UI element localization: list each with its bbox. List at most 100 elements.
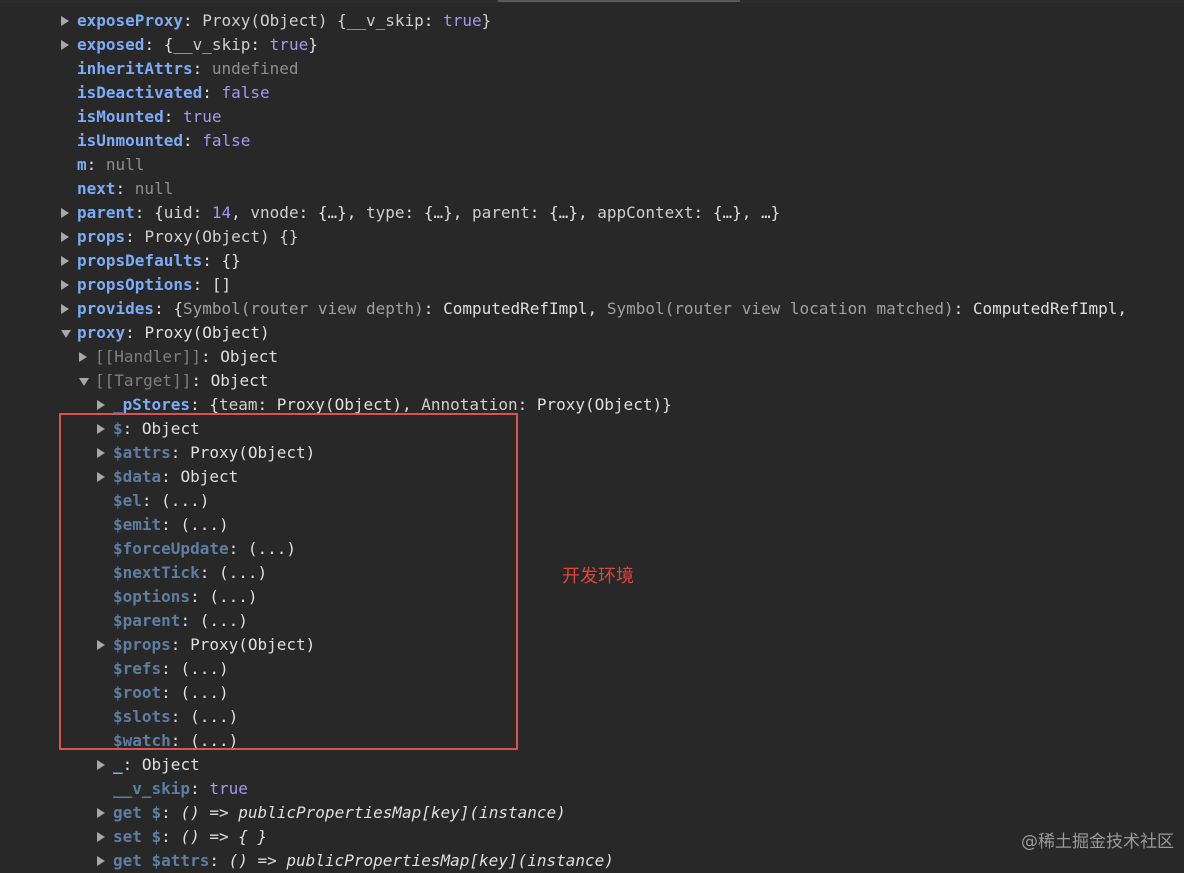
- property-key: $: [113, 419, 123, 438]
- row-get-dollar[interactable]: get $: () => publicPropertiesMap[key](in…: [0, 801, 1184, 825]
- expand-right-triangle-icon[interactable]: [97, 856, 105, 866]
- row-inheritattrs: inheritAttrs: undefined: [0, 57, 1184, 81]
- expand-right-triangle-icon[interactable]: [61, 208, 69, 218]
- row-content: get $attrs: () => publicPropertiesMap[ke…: [113, 849, 614, 873]
- row-content: next: null: [77, 177, 173, 201]
- row-dollar-props[interactable]: $props: Proxy(Object): [0, 633, 1184, 657]
- row-exposeproxy[interactable]: exposeProxy: Proxy(Object) {__v_skip: tr…: [0, 9, 1184, 33]
- row-pstores[interactable]: _pStores: {team: Proxy(Object), Annotati…: [0, 393, 1184, 417]
- row-content: $forceUpdate: (...): [113, 537, 296, 561]
- property-value: : (...): [141, 491, 210, 510]
- row-content: $parent: (...): [113, 609, 248, 633]
- property-value: }: [481, 11, 492, 30]
- row-content: isDeactivated: false: [77, 81, 270, 105]
- row-set-dollar[interactable]: set $: () => { }: [0, 825, 1184, 849]
- property-value: :: [250, 35, 270, 54]
- expand-right-triangle-icon[interactable]: [61, 40, 69, 50]
- row-dollar-parent: $parent: (...): [0, 609, 1184, 633]
- row-slots: $slots: (...): [0, 705, 1184, 729]
- row-content: proxy: Proxy(Object): [77, 321, 270, 345]
- watermark: @稀土掘金技术社区: [1021, 832, 1174, 852]
- property-value: : []: [192, 275, 232, 294]
- top-scrollbar-thumb[interactable]: [498, 0, 740, 2]
- expand-right-triangle-icon[interactable]: [61, 232, 69, 242]
- expand-down-triangle-icon[interactable]: [61, 330, 71, 338]
- top-scrollbar-track[interactable]: [0, 0, 1184, 3]
- expand-right-triangle-icon[interactable]: [61, 16, 69, 26]
- property-value: : {…}, …}: [693, 203, 781, 222]
- property-key: $attrs: [113, 443, 171, 462]
- row-content: props: Proxy(Object) {}: [77, 225, 299, 249]
- property-key: set $: [113, 827, 162, 846]
- row-propsdefaults[interactable]: propsDefaults: {}: [0, 249, 1184, 273]
- property-value: : (...): [161, 659, 229, 678]
- row-content: isUnmounted: false: [77, 129, 250, 153]
- property-value: : {}: [202, 251, 241, 270]
- row-content: parent: {uid: 14, vnode: {…}, type: {…},…: [77, 201, 780, 225]
- row-dollar[interactable]: $: Object: [0, 417, 1184, 441]
- property-value: : (...): [199, 563, 268, 582]
- expand-right-triangle-icon[interactable]: [79, 352, 87, 362]
- row-emit: $emit: (...): [0, 513, 1184, 537]
- property-value: __v_skip: [346, 11, 424, 30]
- row-provides[interactable]: provides: {Symbol(router view depth): Co…: [0, 297, 1184, 321]
- property-value: : {: [190, 395, 219, 414]
- property-value: Proxy(Object) {: [202, 11, 347, 30]
- property-value: :: [423, 11, 444, 30]
- property-value: : {: [154, 299, 183, 318]
- row-exposed[interactable]: exposed: {__v_skip: true}: [0, 33, 1184, 57]
- row-underscore[interactable]: _: Object: [0, 753, 1184, 777]
- property-key: exposeProxy: [77, 11, 183, 30]
- property-value: : Object: [191, 371, 269, 390]
- property-value: __v_skip: [173, 35, 251, 54]
- row-content: inheritAttrs: undefined: [77, 57, 299, 81]
- expand-right-triangle-icon[interactable]: [97, 760, 105, 770]
- property-key: $emit: [113, 515, 162, 534]
- property-value: : (...): [170, 707, 239, 726]
- row-ismounted: isMounted: true: [0, 105, 1184, 129]
- property-key: $slots: [113, 707, 171, 726]
- expand-right-triangle-icon[interactable]: [97, 640, 105, 650]
- property-value: : Object: [122, 419, 200, 438]
- property-value: false: [202, 131, 251, 150]
- row-attrs[interactable]: $attrs: Proxy(Object): [0, 441, 1184, 465]
- expand-right-triangle-icon[interactable]: [61, 256, 69, 266]
- expand-right-triangle-icon[interactable]: [97, 808, 105, 818]
- property-value: appContext: [597, 203, 694, 222]
- property-value: :: [182, 11, 203, 30]
- expand-down-triangle-icon[interactable]: [79, 378, 89, 386]
- row-options: $options: (...): [0, 585, 1184, 609]
- expand-right-triangle-icon[interactable]: [97, 424, 105, 434]
- property-value: : ComputedRefImpl,: [953, 299, 1127, 318]
- property-value: : Object: [161, 467, 239, 486]
- expand-right-triangle-icon[interactable]: [61, 304, 69, 314]
- row-target[interactable]: [[Target]]: Object: [0, 369, 1184, 393]
- row-content: $el: (...): [113, 489, 209, 513]
- row-parent[interactable]: parent: {uid: 14, vnode: {…}, type: {…},…: [0, 201, 1184, 225]
- row-handler[interactable]: [[Handler]]: Object: [0, 345, 1184, 369]
- property-value: :: [192, 203, 212, 222]
- expand-right-triangle-icon[interactable]: [97, 832, 105, 842]
- property-key: _pStores: [113, 395, 191, 414]
- row-data[interactable]: $data: Object: [0, 465, 1184, 489]
- row-content: $slots: (...): [113, 705, 238, 729]
- property-value: :: [161, 827, 181, 846]
- expand-right-triangle-icon[interactable]: [61, 280, 69, 290]
- property-value: true: [209, 779, 248, 798]
- property-value: : Object: [122, 755, 200, 774]
- row-content: exposeProxy: Proxy(Object) {__v_skip: tr…: [77, 9, 491, 33]
- row-content: $props: Proxy(Object): [113, 633, 315, 657]
- expand-right-triangle-icon[interactable]: [97, 472, 105, 482]
- property-value: : (...): [228, 539, 297, 558]
- property-key: get $: [113, 803, 162, 822]
- property-value: Annotation: [421, 395, 518, 414]
- expand-right-triangle-icon[interactable]: [97, 400, 105, 410]
- row-proxy[interactable]: proxy: Proxy(Object): [0, 321, 1184, 345]
- row-content: set $: () => { }: [113, 825, 267, 849]
- row-props[interactable]: props: Proxy(Object) {}: [0, 225, 1184, 249]
- row-propsoptions[interactable]: propsOptions: []: [0, 273, 1184, 297]
- property-value: Symbol(router view location matched): [606, 299, 954, 318]
- expand-right-triangle-icon[interactable]: [97, 448, 105, 458]
- row-el: $el: (...): [0, 489, 1184, 513]
- row-get-attrs[interactable]: get $attrs: () => publicPropertiesMap[ke…: [0, 849, 1184, 873]
